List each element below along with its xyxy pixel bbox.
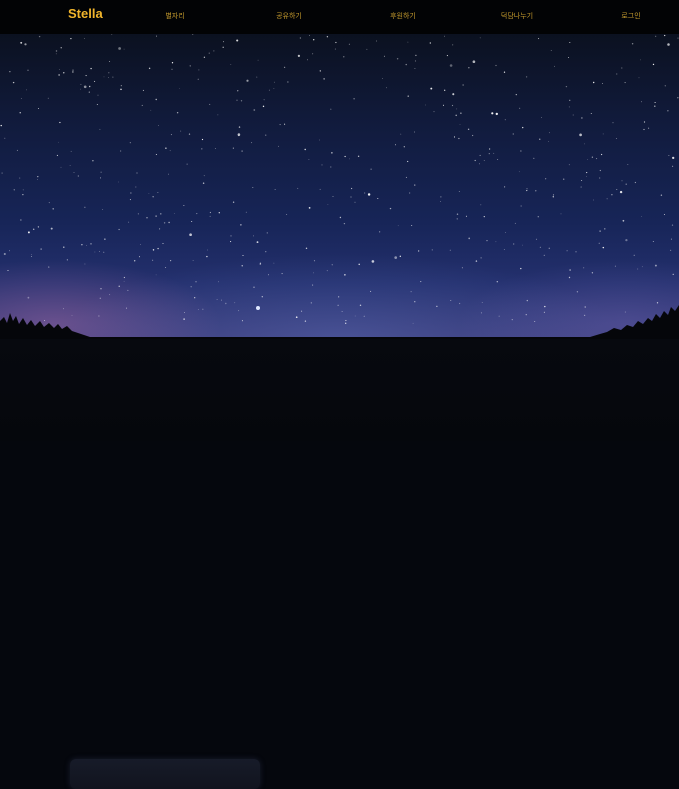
content-card[interactable] (70, 759, 260, 789)
hero-night-sky-image (0, 34, 679, 339)
starfield (0, 34, 679, 324)
content-section (0, 339, 679, 789)
nav-item-share[interactable]: 공유하기 (276, 11, 302, 21)
top-navigation-bar: Stella 별자리 공유하기 후원하기 덕담나누기 로그인 (0, 0, 679, 34)
nav-item-login[interactable]: 로그인 (621, 11, 640, 21)
tree-silhouette (0, 305, 679, 339)
nav-item-sponsor[interactable]: 후원하기 (390, 11, 416, 21)
nav-item-constellation[interactable]: 별자리 (165, 11, 184, 21)
brand-logo[interactable]: Stella (68, 6, 103, 21)
nav-item-greetings[interactable]: 덕담나누기 (501, 11, 533, 21)
